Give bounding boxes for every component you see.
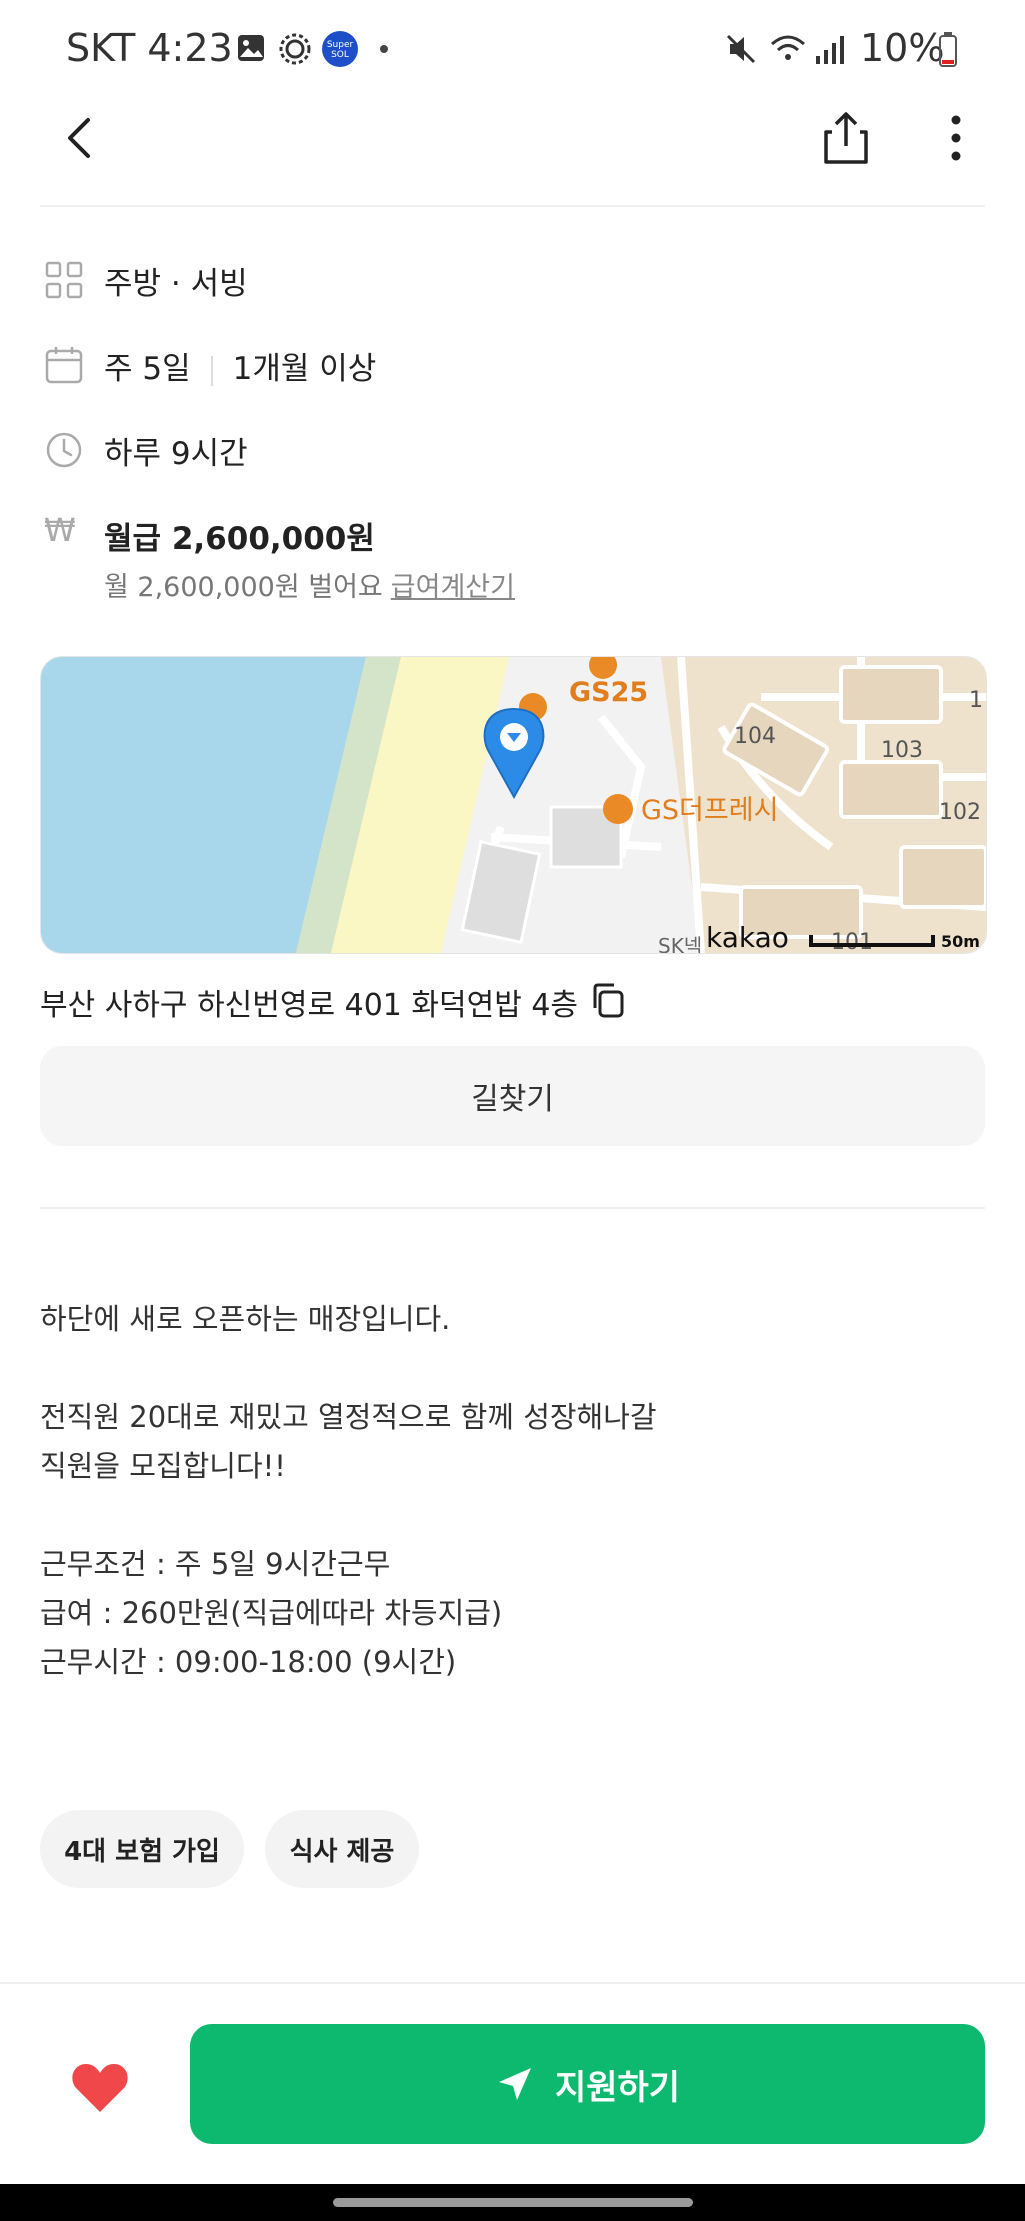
map-label-103: 103 <box>881 738 923 763</box>
favorite-heart-icon[interactable] <box>70 2060 130 2116</box>
map-label-101: 101 <box>831 930 873 953</box>
won-currency-icon: ₩ <box>44 511 76 549</box>
benefit-chip-meal: 식사 제공 <box>265 1810 419 1888</box>
map-label-102: 102 <box>939 800 981 825</box>
salary-amount: 월급 2,600,000원 <box>104 521 375 557</box>
benefit-chip-insurance: 4대 보험 가입 <box>40 1810 244 1888</box>
category-row: 주방 · 서빙 <box>40 250 985 310</box>
map-label-partial-bottom: SK넥 <box>658 934 702 953</box>
map-label-gs25: GS25 <box>569 677 648 708</box>
description-line <box>40 1491 985 1540</box>
apply-button[interactable]: 지원하기 <box>190 2024 985 2144</box>
send-plane-icon <box>498 2068 531 2100</box>
description-line: 전직원 20대로 재밌고 열정적으로 함께 성장해나갈 <box>40 1400 657 1434</box>
salary-row: ₩ 월급 2,600,000원 <box>40 505 985 565</box>
description-line: 근무조건 : 주 5일 9시간근무 <box>40 1547 391 1581</box>
copy-icon[interactable] <box>588 980 628 1020</box>
location-map[interactable]: GS25 가 GS더프레시 104 103 102 1 101 SK넥 kaka… <box>40 656 987 954</box>
kakao-logo: kakao <box>706 921 789 953</box>
status-bar: SKT 4:23 Super SOL 10% <box>0 0 1025 100</box>
home-gesture-handle[interactable] <box>333 2198 693 2207</box>
map-label-1: 1 <box>969 688 983 713</box>
battery-percent: 10% <box>860 26 945 70</box>
work-period: 1개월 이상 <box>232 351 377 387</box>
status-time: SKT 4:23 <box>66 26 233 70</box>
job-category: 주방 · 서빙 <box>104 266 248 302</box>
mute-icon <box>726 34 756 64</box>
section-divider <box>40 1207 985 1209</box>
work-days: 주 5일 <box>104 351 191 387</box>
clock-icon <box>46 432 82 468</box>
map-canvas: GS25 가 GS더프레시 104 103 102 1 101 SK넥 kaka… <box>41 657 986 953</box>
settings-gear-icon <box>279 33 311 65</box>
schedule-row: 주 5일 1개월 이상 <box>40 335 985 395</box>
job-description: 하단에 새로 오픈하는 매장입니다. 전직원 20대로 재밌고 열정적으로 함께… <box>40 1295 985 1687</box>
more-options-icon[interactable] <box>938 110 974 166</box>
store-address: 부산 사하구 하신번영로 401 화덕연밥 4층 <box>40 988 579 1023</box>
back-arrow-icon[interactable] <box>52 110 108 166</box>
salary-note-row: 월 2,600,000원 벌어요 급여계산기 <box>104 565 515 604</box>
work-hours: 하루 9시간 <box>104 436 248 472</box>
description-line: 급여 : 260만원(직급에따라 차등지급) <box>40 1596 503 1630</box>
map-scale-label: 50m <box>941 932 980 951</box>
gs-fresh-basket-icon <box>603 794 633 824</box>
share-icon[interactable] <box>818 108 874 168</box>
gallery-icon <box>238 35 264 61</box>
row-separator <box>210 355 213 386</box>
salary-note: 월 2,600,000원 벌어요 <box>104 572 383 603</box>
battery-icon <box>939 32 957 67</box>
notification-dot <box>380 45 388 53</box>
header-divider <box>40 205 985 207</box>
description-line: 직원을 모집합니다!! <box>40 1449 286 1483</box>
super-sol-app-icon: Super SOL <box>322 31 358 67</box>
calendar-icon <box>45 347 83 384</box>
description-line <box>40 1344 985 1393</box>
map-label-gs-fresh: GS더프레시 <box>641 795 778 826</box>
map-label-104: 104 <box>734 724 776 749</box>
signal-icon <box>816 36 844 64</box>
hours-row: 하루 9시간 <box>40 420 985 480</box>
apply-button-label: 지원하기 <box>554 2067 681 2108</box>
wifi-icon <box>771 35 805 60</box>
category-grid-icon <box>45 261 83 299</box>
salary-calculator-link[interactable]: 급여계산기 <box>391 572 515 603</box>
description-line: 근무시간 : 09:00-18:00 (9시간) <box>40 1645 457 1679</box>
directions-button[interactable]: 길찾기 <box>40 1046 985 1146</box>
description-line: 하단에 새로 오픈하는 매장입니다. <box>40 1302 451 1336</box>
bottom-bar-divider <box>0 1982 1025 1984</box>
